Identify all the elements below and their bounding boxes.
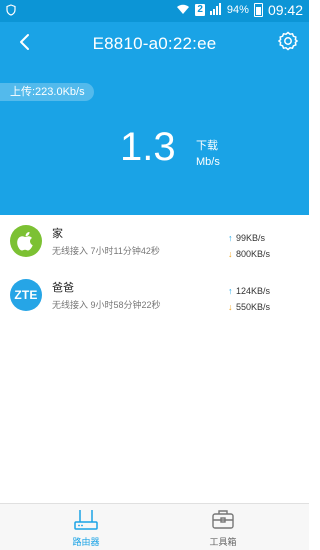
device-row[interactable]: ZTE 爸爸 无线接入 9小时58分钟22秒 ↑ 124KB/s ↓ 550KB/s	[0, 268, 309, 320]
download-speed-value: 1.3	[120, 125, 176, 169]
bottom-navigation: 路由器 工具箱	[0, 503, 309, 550]
clock: 09:42	[267, 2, 303, 18]
gear-icon	[277, 31, 299, 51]
device-upload-speed: ↑ 124KB/s	[228, 286, 270, 296]
device-name: 爸爸	[52, 282, 74, 294]
upload-speed-pill: 上传:223.0Kb/s	[0, 83, 94, 101]
download-speed-label: 下载 Mb/s	[196, 138, 220, 170]
nav-toolbox-tab[interactable]: 工具箱	[146, 504, 300, 550]
battery-icon	[253, 3, 263, 17]
device-name: 家	[52, 228, 63, 240]
speed-header: E8810-a0:22:ee 上传:223.0Kb/s 1.3 下载 Mb/s	[0, 22, 309, 215]
device-upload-speed: ↑ 99KB/s	[228, 233, 265, 243]
device-connection-info: 无线接入 7小时11分钟42秒	[52, 246, 160, 256]
download-label: 下载	[196, 140, 218, 152]
device-row[interactable]: 家 无线接入 7小时11分钟42秒 ↑ 99KB/s ↓ 800KB/s	[0, 214, 309, 266]
download-value: 550KB/s	[236, 302, 271, 312]
nav-router-label: 路由器	[72, 537, 100, 547]
router-title: E8810-a0:22:ee	[92, 34, 217, 53]
up-arrow-icon: ↑	[228, 286, 233, 296]
status-bar: 2 94% 09:42	[0, 0, 309, 22]
zte-logo: ZTE	[10, 279, 42, 311]
nav-toolbox-label: 工具箱	[209, 537, 237, 547]
device-download-speed: ↓ 800KB/s	[228, 249, 270, 259]
device-connection-info: 无线接入 9小时58分钟22秒	[52, 300, 161, 310]
down-arrow-icon: ↓	[228, 302, 233, 312]
toolbox-icon	[211, 508, 235, 535]
apple-icon	[10, 225, 42, 257]
sim-slot-badge: 2	[195, 4, 205, 16]
signal-icon	[209, 2, 222, 18]
router-icon	[73, 508, 99, 537]
down-arrow-icon: ↓	[228, 249, 233, 259]
upload-value: 124KB/s	[236, 286, 271, 296]
battery-percent: 94%	[226, 4, 249, 16]
settings-button[interactable]	[277, 30, 299, 52]
device-download-speed: ↓ 550KB/s	[228, 302, 270, 312]
shield-icon	[6, 4, 16, 19]
nav-router-tab[interactable]: 路由器	[9, 504, 163, 550]
upload-value: 99KB/s	[236, 233, 266, 243]
download-unit: Mb/s	[196, 156, 220, 168]
download-value: 800KB/s	[236, 249, 271, 259]
up-arrow-icon: ↑	[228, 233, 233, 243]
wifi-icon	[176, 3, 190, 18]
